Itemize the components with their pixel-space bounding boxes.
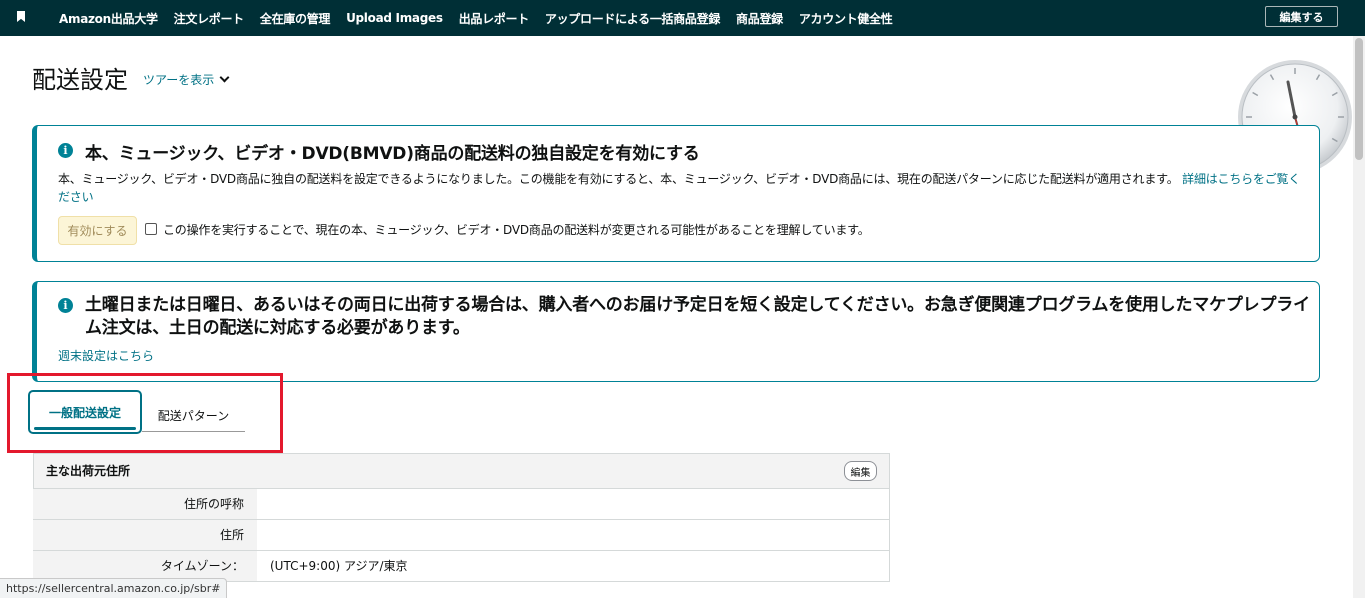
table-row: 住所 bbox=[33, 520, 890, 551]
acknowledge-checkbox[interactable] bbox=[145, 223, 157, 235]
info-icon: i bbox=[58, 143, 73, 158]
bmvd-alert-text: 本、ミュージック、ビデオ・DVD商品に独自の配送料を設定できるようになりました。… bbox=[58, 172, 1179, 186]
edit-nav-button[interactable]: 編集する bbox=[1265, 6, 1338, 27]
tab-general-shipping[interactable]: 一般配送設定 bbox=[28, 390, 142, 434]
weekend-settings-link[interactable]: 週末設定はこちら bbox=[58, 347, 154, 364]
bmvd-alert-title: 本、ミュージック、ビデオ・DVD(BMVD)商品の配送料の独自設定を有効にする bbox=[85, 144, 700, 164]
row-label: タイムゾーン： bbox=[33, 551, 257, 581]
status-url: https://sellercentral.amazon.co.jp/sbr# bbox=[0, 578, 228, 598]
nav-link-account-health[interactable]: アカウント健全性 bbox=[799, 10, 893, 27]
nav-link-listing-report[interactable]: 出品レポート bbox=[459, 10, 530, 27]
acknowledge-label: この操作を実行することで、現在の本、ミュージック、ビデオ・DVD商品の配送料が変… bbox=[163, 223, 870, 237]
tour-label: ツアーを表示 bbox=[143, 73, 215, 87]
scrollbar-thumb[interactable] bbox=[1355, 38, 1363, 160]
page-title: 配送設定 bbox=[32, 66, 128, 94]
bmvd-shipping-alert: i 本、ミュージック、ビデオ・DVD(BMVD)商品の配送料の独自設定を有効にす… bbox=[32, 125, 1320, 262]
row-label: 住所の呼称 bbox=[33, 489, 257, 519]
address-section-header: 主な出荷元住所 編集 bbox=[33, 453, 890, 489]
info-icon: i bbox=[58, 298, 73, 313]
row-label: 住所 bbox=[33, 520, 257, 550]
nav-links: Amazon出品大学 注文レポート 全在庫の管理 Upload Images 出… bbox=[59, 0, 908, 36]
nav-link-upload-images[interactable]: Upload Images bbox=[346, 11, 443, 25]
nav-link-order-report[interactable]: 注文レポート bbox=[174, 10, 245, 27]
tab-shipping-templates[interactable]: 配送パターン bbox=[142, 399, 245, 432]
tour-link[interactable]: ツアーを表示 bbox=[143, 71, 230, 88]
address-section-title: 主な出荷元住所 bbox=[46, 464, 131, 478]
nav-link-inventory[interactable]: 全在庫の管理 bbox=[260, 10, 331, 27]
edit-address-button[interactable]: 編集 bbox=[844, 461, 877, 481]
weekend-shipping-alert: i 土曜日または日曜日、あるいはその両日に出荷する場合は、購入者へのお届け予定日… bbox=[32, 281, 1320, 382]
bmvd-alert-body: 本、ミュージック、ビデオ・DVD商品に独自の配送料を設定できるようになりました。… bbox=[58, 170, 1303, 206]
table-row: 住所の呼称 bbox=[33, 489, 890, 520]
enable-button[interactable]: 有効にする bbox=[58, 216, 137, 245]
top-navigation: Amazon出品大学 注文レポート 全在庫の管理 Upload Images 出… bbox=[0, 0, 1365, 36]
bookmark-icon[interactable] bbox=[17, 11, 25, 22]
row-value: (UTC+9:00) アジア/東京 bbox=[270, 559, 408, 573]
nav-link-bulk-upload[interactable]: アップロードによる一括商品登録 bbox=[545, 10, 720, 27]
weekend-alert-title: 土曜日または日曜日、あるいはその両日に出荷する場合は、購入者へのお届け予定日を短… bbox=[85, 295, 1310, 338]
nav-link-add-product[interactable]: 商品登録 bbox=[736, 10, 783, 27]
nav-link-seller-university[interactable]: Amazon出品大学 bbox=[59, 10, 158, 27]
chevron-down-icon bbox=[219, 72, 230, 83]
